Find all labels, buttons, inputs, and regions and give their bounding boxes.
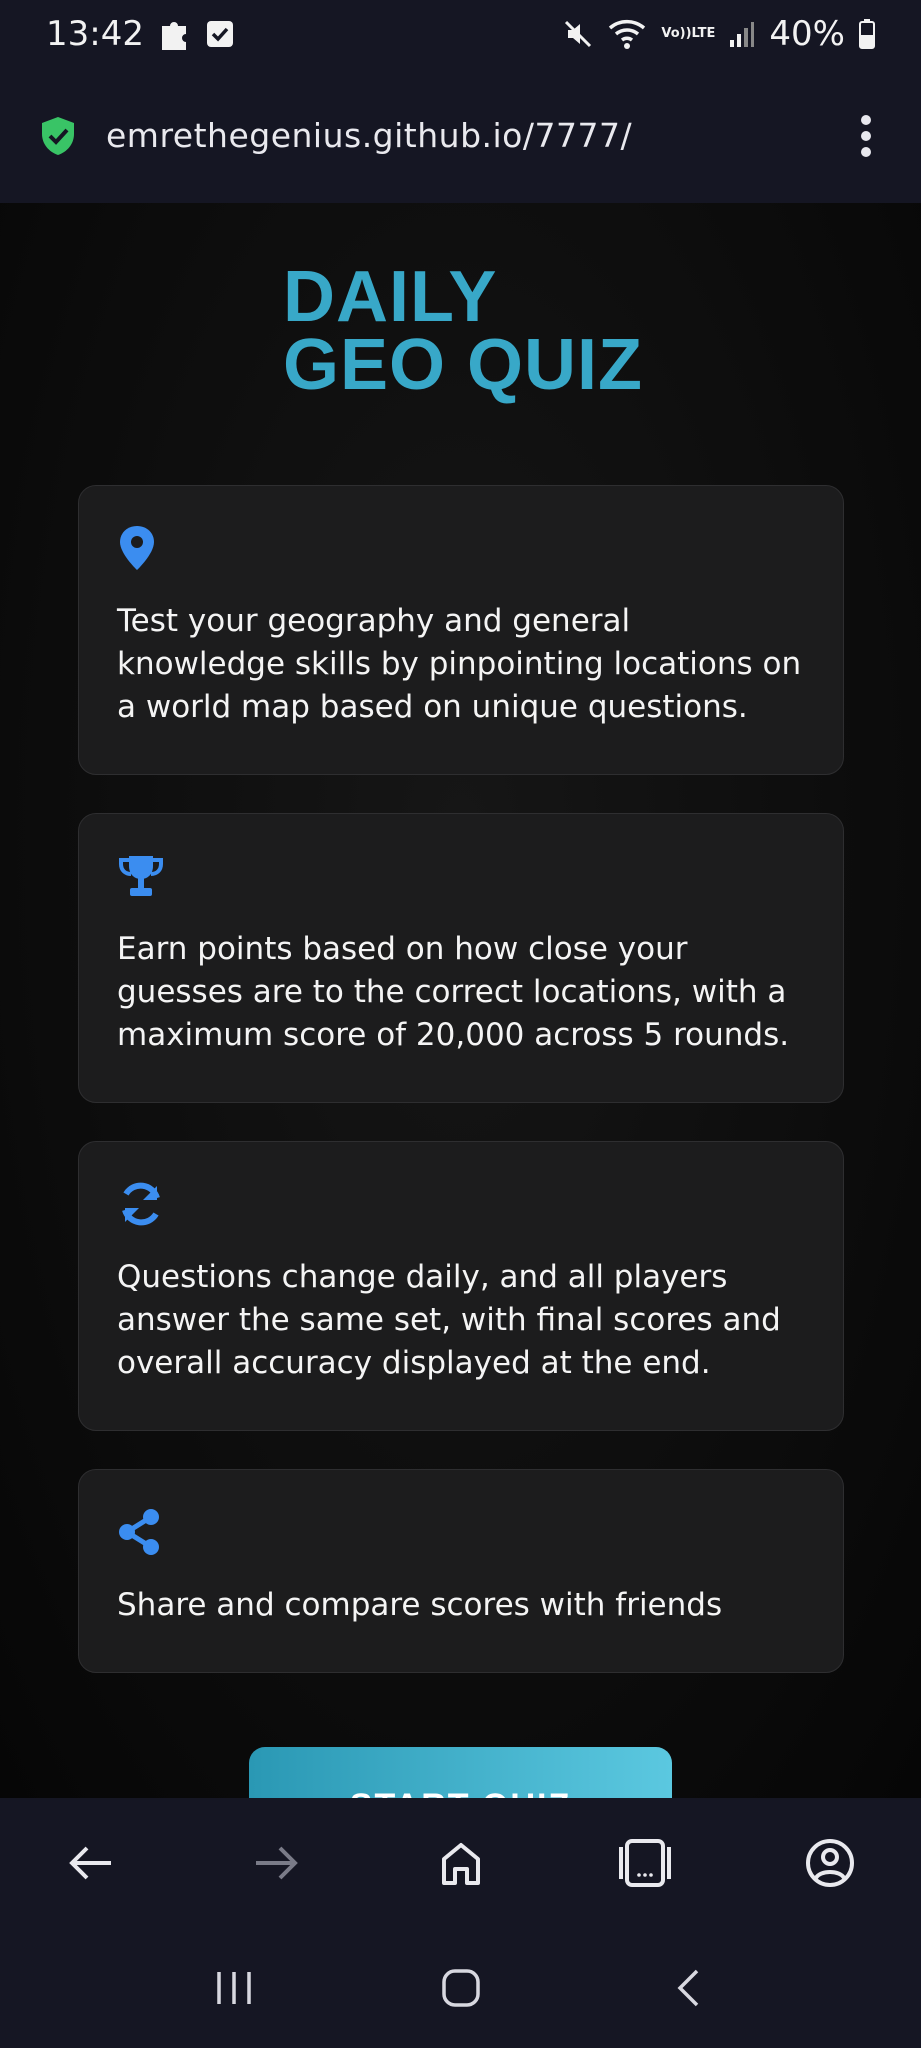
status-left: 13:42 bbox=[46, 14, 234, 54]
puzzle-icon bbox=[158, 16, 192, 52]
card-text: Questions change daily, and all players … bbox=[117, 1259, 781, 1381]
browser-toolbar bbox=[0, 1798, 921, 1928]
account-icon[interactable] bbox=[795, 1828, 865, 1898]
signal-icon bbox=[729, 20, 755, 48]
secure-shield-icon[interactable] bbox=[40, 116, 76, 156]
feature-card-map: Test your geography and general knowledg… bbox=[78, 485, 844, 775]
status-right: Vo)) LTE 40% bbox=[563, 14, 875, 54]
trophy-icon bbox=[119, 856, 163, 896]
feature-card-daily: Questions change daily, and all players … bbox=[78, 1141, 844, 1431]
feature-card-points: Earn points based on how close your gues… bbox=[78, 813, 844, 1103]
start-quiz-button[interactable]: START QUIZ bbox=[249, 1747, 672, 1798]
volte-top: Vo)) bbox=[661, 26, 692, 41]
card-text: Share and compare scores with friends bbox=[117, 1587, 723, 1623]
page-title: DAILY GEO QUIZ bbox=[283, 257, 644, 405]
volte-indicator: Vo)) LTE bbox=[661, 27, 715, 41]
recent-apps-icon[interactable] bbox=[199, 1953, 269, 2023]
card-text: Earn points based on how close your gues… bbox=[117, 931, 790, 1053]
card-text: Test your geography and general knowledg… bbox=[117, 603, 802, 725]
title-line-1: DAILY bbox=[283, 257, 498, 337]
back-nav-icon[interactable] bbox=[653, 1953, 723, 2023]
home-icon[interactable] bbox=[426, 1828, 496, 1898]
battery-percent: 40% bbox=[769, 14, 845, 54]
share-icon bbox=[119, 1509, 159, 1555]
tabs-icon[interactable] bbox=[610, 1828, 680, 1898]
back-arrow-icon[interactable] bbox=[56, 1828, 126, 1898]
status-bar: 13:42 Vo)) LTE 40% bbox=[0, 0, 921, 68]
status-time: 13:42 bbox=[46, 14, 144, 54]
checkbox-notification-icon bbox=[206, 20, 234, 48]
start-quiz-label: START QUIZ bbox=[350, 1787, 571, 1798]
url-text[interactable]: emrethegenius.github.io/7777/ bbox=[106, 116, 851, 155]
wifi-icon bbox=[607, 18, 647, 50]
page-content: DAILY GEO QUIZ Test your geography and g… bbox=[0, 203, 921, 1798]
home-nav-icon[interactable] bbox=[426, 1953, 496, 2023]
refresh-icon bbox=[122, 1182, 160, 1226]
title-line-2: GEO QUIZ bbox=[283, 325, 644, 405]
system-nav-bar bbox=[0, 1928, 921, 2048]
feature-card-share: Share and compare scores with friends bbox=[78, 1469, 844, 1673]
address-bar[interactable]: emrethegenius.github.io/7777/ bbox=[0, 68, 921, 203]
forward-arrow-icon[interactable] bbox=[241, 1828, 311, 1898]
location-pin-icon bbox=[120, 526, 154, 570]
battery-icon bbox=[859, 19, 875, 49]
volte-bottom: LTE bbox=[691, 26, 716, 41]
more-options-icon[interactable] bbox=[851, 111, 881, 161]
mute-icon bbox=[563, 19, 593, 49]
